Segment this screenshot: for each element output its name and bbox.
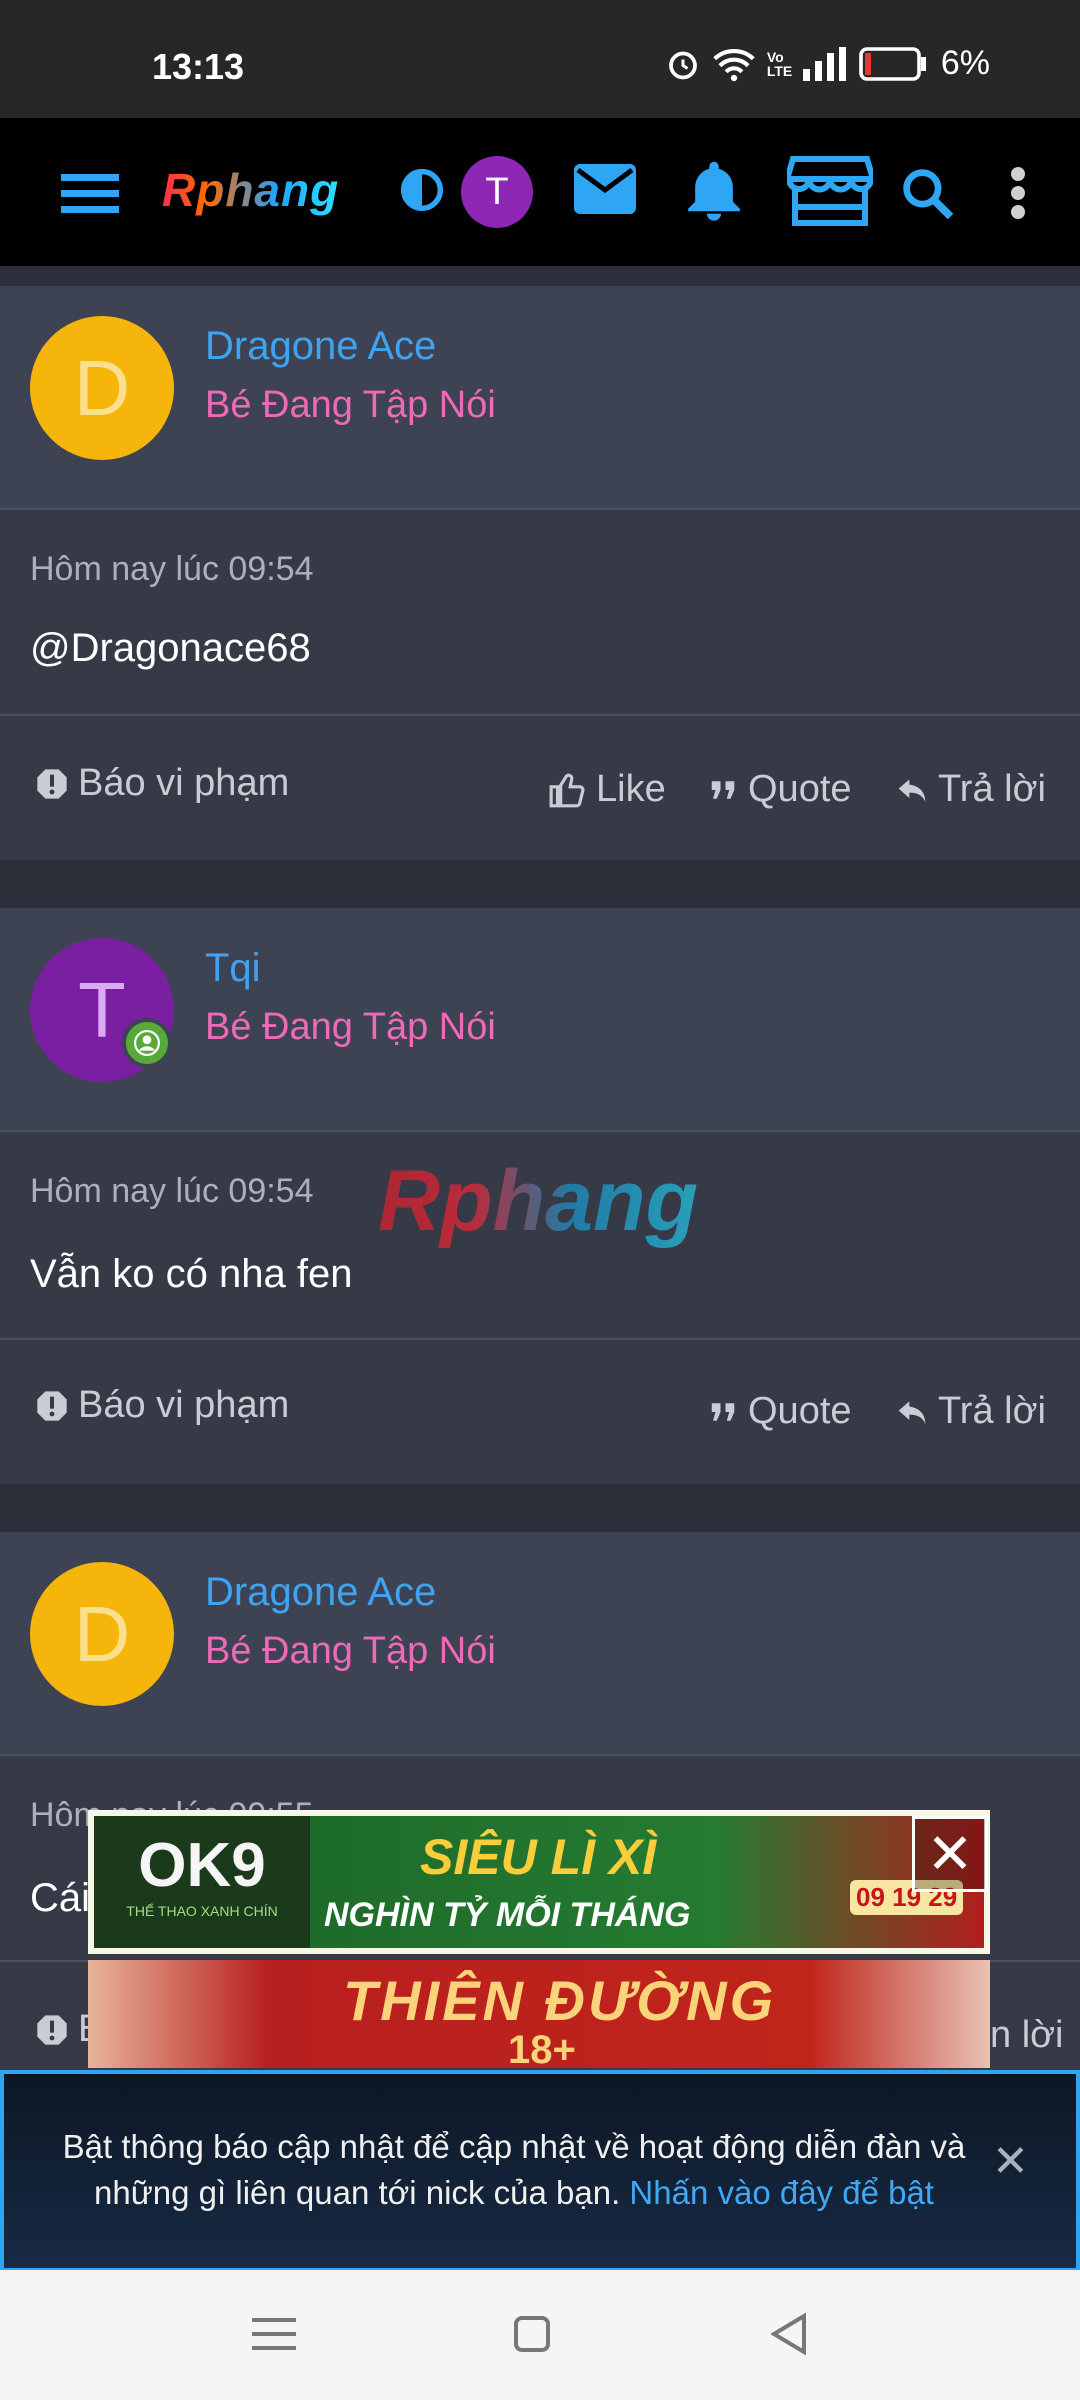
site-watermark: Rphang xyxy=(378,1153,699,1249)
enable-notifications-link[interactable]: Nhấn vào đây để bật xyxy=(629,2174,934,2211)
quote-icon xyxy=(711,780,735,799)
bell-icon xyxy=(688,161,740,221)
home-square-icon xyxy=(514,2316,550,2352)
reply-button[interactable]: n lời xyxy=(990,2014,1064,2057)
ad-brand-name: OK9 xyxy=(138,1831,266,1900)
ad-headline: SIÊU LÌ XÌ xyxy=(420,1829,657,1885)
store-icon xyxy=(787,156,873,226)
quote-label: Quote xyxy=(748,1390,852,1432)
reply-icon xyxy=(898,778,926,802)
post-message: Vẫn ko có nha fen xyxy=(30,1252,353,1296)
alarm-icon xyxy=(668,51,697,79)
more-options-button[interactable] xyxy=(998,162,1038,224)
mail-icon xyxy=(574,164,636,214)
menu-lines-icon xyxy=(252,2318,296,2350)
alert-icon xyxy=(37,768,67,799)
post-message: @Dragonace68 xyxy=(30,626,311,670)
reply-label: n lời xyxy=(990,2014,1064,2056)
post-header: T Tqi Bé Đang Tập Nói xyxy=(0,908,1080,1132)
contrast-icon xyxy=(400,168,444,212)
quote-button[interactable]: Quote xyxy=(708,1390,852,1433)
post-header: D Dragone Ace Bé Đang Tập Nói xyxy=(0,1532,1080,1756)
ad-banner-ok9[interactable]: OK9 THỂ THAO XANH CHÍN SIÊU LÌ XÌ NGHÌN … xyxy=(88,1810,990,1954)
post: D Dragone Ace Bé Đang Tập Nói Hôm nay lú… xyxy=(0,286,1080,860)
reply-button[interactable]: Trả lời xyxy=(896,768,1046,811)
reply-label: Trả lời xyxy=(938,768,1046,810)
search-icon xyxy=(903,169,954,220)
status-bar: 13:13 Vo LTE 6% xyxy=(0,0,1080,118)
alert-icon xyxy=(37,1390,67,1421)
notification-close-button[interactable]: ✕ xyxy=(992,2136,1029,2187)
report-label: Báo vi phạm xyxy=(78,762,290,804)
quote-icon xyxy=(711,1402,735,1421)
volte-label: Vo LTE xyxy=(766,48,793,79)
user-avatar-button[interactable]: T xyxy=(461,156,533,228)
post-header: D Dragone Ace Bé Đang Tập Nói xyxy=(0,286,1080,510)
battery-icon xyxy=(859,46,926,81)
system-navigation-bar xyxy=(0,2270,1080,2400)
username-link[interactable]: Dragone Ace xyxy=(205,1570,436,1615)
reply-label: Trả lời xyxy=(938,1390,1046,1432)
thumbs-up-icon xyxy=(549,773,585,807)
report-button[interactable]: Báo vi phạm xyxy=(36,762,289,805)
search-button[interactable] xyxy=(898,164,958,224)
theme-toggle-button[interactable] xyxy=(398,166,446,214)
push-notification-prompt: Bật thông báo cập nhật để cập nhật về ho… xyxy=(0,2070,1080,2272)
avatar[interactable]: D xyxy=(30,316,174,460)
back-button[interactable] xyxy=(768,2312,808,2361)
ad-subline: NGHÌN TỶ MỖI THÁNG xyxy=(324,1896,691,1934)
wifi-icon xyxy=(713,48,755,81)
hamburger-icon xyxy=(61,174,119,213)
status-time: 13:13 xyxy=(152,46,245,87)
post-time[interactable]: Hôm nay lúc 09:54 xyxy=(30,1172,314,1211)
quote-button[interactable]: Quote xyxy=(708,768,852,811)
battery-percent: 6% xyxy=(940,44,990,82)
user-icon xyxy=(134,1030,160,1056)
recent-apps-button[interactable] xyxy=(252,2314,296,2359)
quote-label: Quote xyxy=(748,768,852,810)
post-message: Cái xyxy=(30,1876,91,1920)
ad-brand-logo: OK9 THỂ THAO XANH CHÍN xyxy=(94,1816,310,1948)
alert-icon xyxy=(37,2014,67,2045)
kebab-icon xyxy=(1011,167,1025,219)
store-button[interactable] xyxy=(786,154,874,228)
signal-icon xyxy=(802,46,846,81)
divider xyxy=(0,714,1080,716)
ad-banner-thien-duong[interactable]: THIÊN ĐƯỜNG 18+ xyxy=(88,1960,990,2068)
post-time[interactable]: Hôm nay lúc 09:54 xyxy=(30,550,314,589)
divider xyxy=(0,1338,1080,1340)
report-label: Báo vi phạm xyxy=(78,1384,290,1426)
avatar[interactable]: D xyxy=(30,1562,174,1706)
user-title: Bé Đang Tập Nói xyxy=(205,1006,496,1048)
like-button[interactable]: Like xyxy=(548,768,666,811)
site-logo[interactable]: Rphang xyxy=(162,163,339,217)
notifications-button[interactable] xyxy=(682,154,746,226)
ad-subline: 18+ xyxy=(508,2028,576,2068)
user-title: Bé Đang Tập Nói xyxy=(205,1630,496,1672)
ad-close-button[interactable]: ✕ xyxy=(912,1816,988,1892)
username-link[interactable]: Dragone Ace xyxy=(205,324,436,369)
online-status-badge xyxy=(122,1018,172,1068)
close-icon: ✕ xyxy=(992,2137,1029,2186)
ad-banner-body: SIÊU LÌ XÌ NGHÌN TỶ MỖI THÁNG 09 19 29 xyxy=(310,1816,984,1948)
close-icon: ✕ xyxy=(926,1822,974,1885)
ad-headline: THIÊN ĐƯỜNG xyxy=(343,1969,777,2032)
report-button[interactable]: Báo vi phạm xyxy=(36,1384,289,1427)
messages-button[interactable] xyxy=(572,160,638,218)
username-link[interactable]: Tqi xyxy=(205,946,261,991)
notification-text: Bật thông báo cập nhật để cập nhật về ho… xyxy=(44,2124,984,2216)
reply-button[interactable]: Trả lời xyxy=(896,1390,1046,1433)
home-button[interactable] xyxy=(512,2314,552,2359)
ad-brand-sub: THỂ THAO XANH CHÍN xyxy=(126,1903,278,1919)
user-title: Bé Đang Tập Nói xyxy=(205,384,496,426)
menu-button[interactable] xyxy=(58,168,122,220)
like-label: Like xyxy=(596,768,666,810)
back-triangle-icon xyxy=(770,2312,806,2356)
status-icons: Vo LTE 6% xyxy=(665,44,990,83)
reply-icon xyxy=(898,1400,926,1424)
